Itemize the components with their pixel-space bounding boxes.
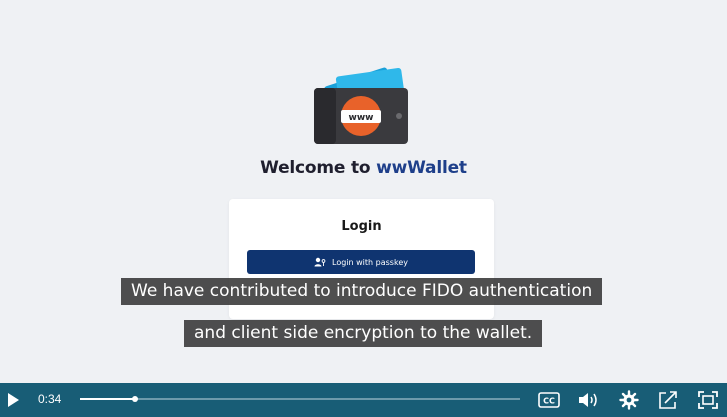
subtitle-line-1: We have contributed to introduce FIDO au…	[121, 278, 603, 305]
passkey-label: Login with passkey	[332, 257, 408, 267]
progress-bar[interactable]	[80, 396, 520, 402]
share-icon[interactable]	[657, 389, 679, 411]
svg-text:CC: CC	[543, 397, 555, 406]
closed-captions-icon[interactable]: CC	[538, 389, 560, 411]
subtitle-line-2: and client side encryption to the wallet…	[184, 320, 543, 347]
welcome-prefix: Welcome to	[260, 158, 377, 178]
player-controls: 0:34 CC	[0, 383, 727, 417]
current-time: 0:34	[38, 392, 62, 406]
wallet-logo: www	[314, 67, 408, 144]
brand-name: wwWallet	[376, 158, 467, 178]
progress-handle[interactable]	[132, 396, 138, 402]
settings-gear-icon[interactable]	[618, 389, 640, 411]
login-with-passkey-button[interactable]: Login with passkey	[247, 250, 475, 274]
welcome-heading: Welcome to wwWallet	[0, 158, 727, 178]
user-key-icon	[314, 257, 326, 267]
play-icon[interactable]	[6, 392, 20, 408]
logo-text: www	[349, 113, 374, 123]
volume-icon[interactable]	[577, 389, 599, 411]
video-frame: www Welcome to wwWallet Login Login with…	[0, 0, 727, 383]
progress-fill	[80, 398, 135, 400]
login-title: Login	[341, 219, 382, 234]
fullscreen-icon[interactable]	[697, 389, 719, 411]
